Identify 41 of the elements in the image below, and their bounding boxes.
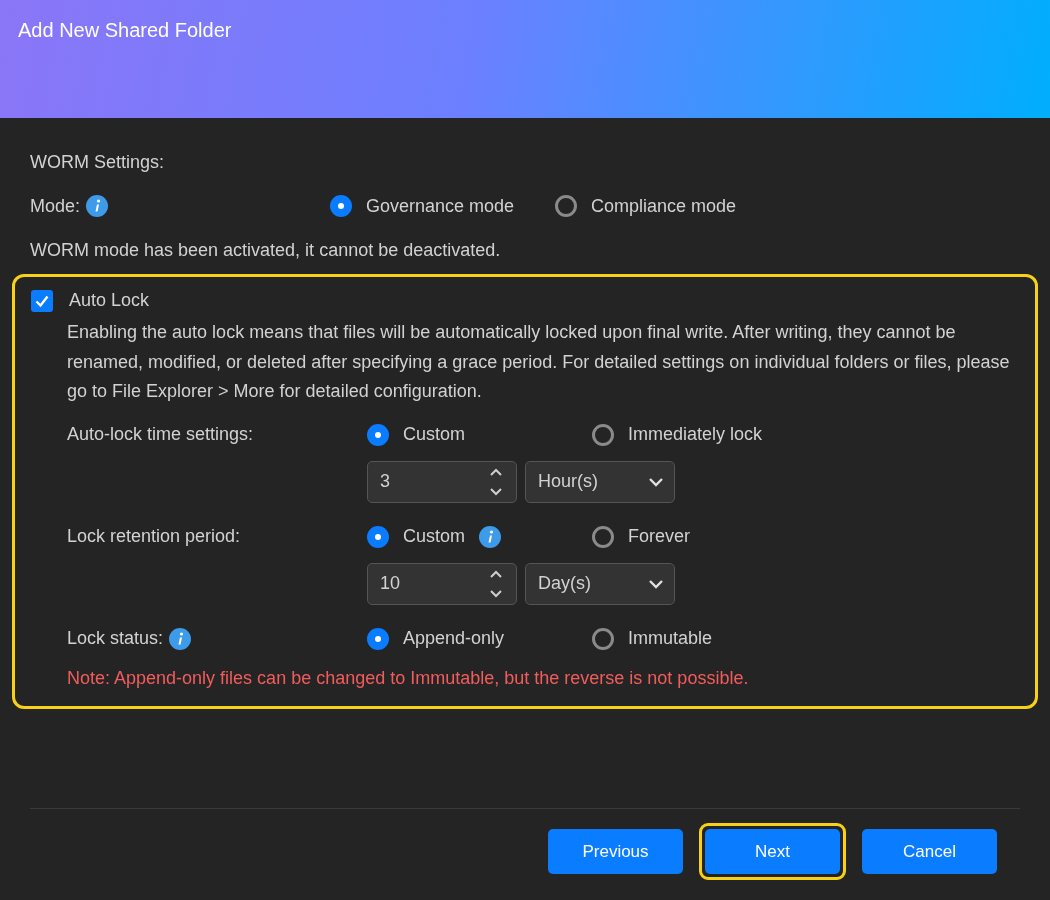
radio-label: Compliance mode — [591, 194, 737, 218]
dialog-title: Add New Shared Folder — [18, 18, 233, 42]
chevron-down-icon — [648, 578, 664, 589]
info-icon[interactable] — [479, 525, 501, 548]
field-label: Auto-lock time settings: — [67, 423, 254, 446]
number-field[interactable]: 10 — [367, 562, 517, 605]
radio-button[interactable] — [367, 627, 389, 650]
radio-button[interactable] — [330, 195, 352, 217]
spinner-arrows-icon[interactable] — [489, 568, 503, 599]
previous-button[interactable]: Previous — [548, 829, 683, 874]
radio-button[interactable] — [555, 195, 577, 217]
unit-dropdown[interactable]: Day(s) — [525, 562, 675, 605]
unit-dropdown[interactable]: Hour(s) — [525, 460, 675, 503]
cancel-button[interactable]: Cancel — [862, 829, 997, 874]
checkbox[interactable] — [31, 289, 53, 312]
radio-button[interactable] — [592, 627, 614, 650]
radio-label: Custom — [403, 525, 465, 548]
notice-text: WORM mode has been activated, it cannot be deactivated. — [30, 238, 501, 262]
number-field[interactable]: 3 — [367, 460, 517, 503]
field-label: Lock retention period: — [67, 525, 241, 548]
info-icon[interactable] — [86, 195, 109, 217]
radio-label: Custom — [403, 423, 465, 446]
next-button[interactable]: Next — [705, 829, 840, 874]
radio-button[interactable] — [592, 525, 614, 548]
radio-label: Immediately lock — [628, 423, 763, 446]
field-label: Mode: — [30, 194, 81, 218]
checkbox-label: Auto Lock — [69, 289, 150, 312]
radio-label: Append-only — [403, 627, 505, 650]
info-icon[interactable] — [169, 627, 192, 650]
radio-label: Forever — [628, 525, 690, 548]
radio-button[interactable] — [592, 423, 614, 446]
radio-button[interactable] — [367, 525, 389, 548]
field-label: Lock status: — [67, 627, 164, 650]
chevron-down-icon — [648, 476, 664, 487]
spinner-arrows-icon[interactable] — [489, 466, 503, 497]
radio-button[interactable] — [367, 423, 389, 446]
note-text: Note: Append-only files can be changed to Immutable, but the reverse is not possible. — [67, 666, 750, 690]
radio-label: Immutable — [628, 627, 713, 650]
radio-label: Governance mode — [366, 194, 515, 218]
section-heading: WORM Settings: — [30, 150, 165, 174]
description-text: Enabling the auto lock means that files will be automatically locked upon final write. After writing, they cannot be renamed, modified, or deleted after specifying a grace period. For detailed settings on individual folders or files, please go to File Explorer > More for detailed configuration. — [67, 321, 1011, 403]
